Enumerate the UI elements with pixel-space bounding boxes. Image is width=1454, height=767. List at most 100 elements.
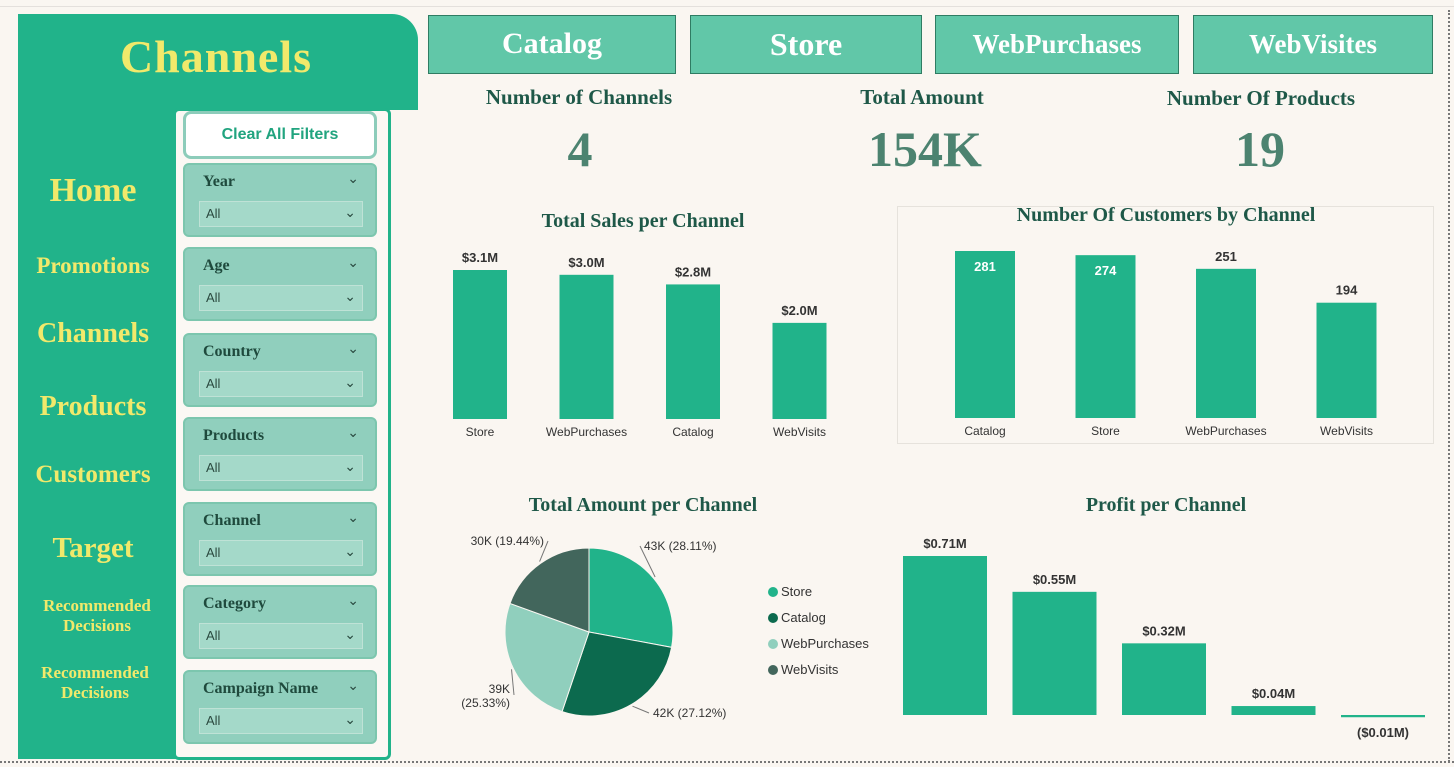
nav-target[interactable]: Target: [18, 532, 168, 565]
slicer-year: Year ⌄ All ⌄: [183, 163, 377, 237]
dropdown-value: All: [206, 628, 221, 643]
data-label-sales-0: $3.1M: [462, 250, 498, 265]
age-dropdown[interactable]: All ⌄: [199, 285, 363, 311]
nav-recommended-decisions-2[interactable]: Recommended Decisions: [20, 663, 170, 703]
chart-title-profit: Profit per Channel: [1085, 494, 1247, 516]
chevron-down-icon[interactable]: ⌄: [347, 255, 359, 272]
chevron-down-icon[interactable]: ⌄: [347, 341, 359, 358]
legend-item-webvisits[interactable]: WebVisits: [781, 662, 839, 677]
chevron-down-icon: ⌄: [344, 628, 356, 643]
kpi-label-total-amount: Total Amount: [860, 85, 984, 109]
bottom-dotted-border: [0, 761, 1454, 763]
bar-sales-0[interactable]: [453, 270, 507, 419]
channel-button-catalog[interactable]: Catalog: [428, 15, 676, 74]
chevron-down-icon[interactable]: ⌄: [347, 425, 359, 442]
legend-item-store[interactable]: Store: [781, 584, 812, 599]
kpi-value-channels: 4: [567, 121, 593, 177]
right-dotted-border: [1448, 10, 1450, 762]
category-label-customers-1: Store: [1091, 424, 1120, 438]
campaign-name-dropdown[interactable]: All ⌄: [199, 708, 363, 734]
channel-dropdown[interactable]: All ⌄: [199, 540, 363, 566]
chevron-down-icon: ⌄: [344, 376, 356, 391]
channel-button-webpurchases[interactable]: WebPurchases: [935, 15, 1179, 74]
pie-label-2-pct: (25.33%): [461, 696, 510, 710]
dropdown-value: All: [206, 206, 221, 221]
data-label-profit-1: $0.55M: [1033, 572, 1076, 587]
bar-profit-0[interactable]: [903, 556, 987, 715]
data-label-profit-2: $0.32M: [1142, 623, 1185, 638]
chevron-down-icon[interactable]: ⌄: [347, 171, 359, 188]
slicer-label: Country: [203, 343, 261, 360]
legend-item-webpurchases[interactable]: WebPurchases: [781, 636, 869, 651]
nav-promotions[interactable]: Promotions: [18, 253, 168, 279]
category-dropdown[interactable]: All ⌄: [199, 623, 363, 649]
products-dropdown[interactable]: All ⌄: [199, 455, 363, 481]
kpi-label-channels: Number of Channels: [485, 85, 673, 109]
amount-pie-chart: 43K (28.11%) 42K (27.12%) 39K(25.33%) 30K (…: [461, 534, 869, 720]
bar-sales-3[interactable]: [772, 322, 827, 419]
chart-title-customers: Number Of Customers by Channel: [1016, 204, 1316, 226]
nav-recommended-decisions-1[interactable]: Recommended Decisions: [22, 596, 172, 636]
data-label-profit-4: ($0.01M): [1357, 725, 1409, 740]
slicer-category: Category ⌄ All ⌄: [183, 585, 377, 659]
channel-button-store[interactable]: Store: [690, 15, 922, 74]
chart-title-amount: Total Amount per Channel: [528, 494, 758, 516]
bar-sales-1[interactable]: [559, 274, 614, 419]
nav-products[interactable]: Products: [18, 391, 168, 423]
nav-channels[interactable]: Channels: [18, 318, 168, 350]
kpi-label-products: Number Of Products: [1166, 86, 1356, 110]
dropdown-value: All: [206, 290, 221, 305]
slicer-label: Year: [203, 173, 235, 190]
channel-button-webvisites[interactable]: WebVisites: [1193, 15, 1433, 74]
bar-customers-1[interactable]: [1075, 255, 1136, 418]
nav-home[interactable]: Home: [18, 172, 168, 210]
slicer-label: Products: [203, 427, 265, 444]
dropdown-value: All: [206, 460, 221, 475]
bar-customers-0[interactable]: [955, 251, 1015, 418]
slicer-label: Category: [203, 595, 267, 612]
bar-sales-2[interactable]: [666, 284, 720, 419]
category-label-sales-0: Store: [466, 425, 495, 439]
sidebar: [18, 14, 178, 759]
dropdown-value: All: [206, 713, 221, 728]
data-label-customers-1: 274: [1095, 263, 1117, 278]
profit-bar-chart: $0.71M $0.55M $0.32M $0.04M ($0.01M): [903, 536, 1425, 740]
chevron-down-icon[interactable]: ⌄: [347, 510, 359, 527]
bar-customers-3[interactable]: [1316, 302, 1377, 418]
kpi-value-total-amount: 154K: [868, 121, 982, 177]
legend-marker-2: [768, 639, 778, 649]
chevron-down-icon[interactable]: ⌄: [347, 593, 359, 610]
slicer-age: Age ⌄ All ⌄: [183, 247, 377, 321]
category-label-sales-1: WebPurchases: [546, 425, 627, 439]
category-label-sales-3: WebVisits: [773, 425, 826, 439]
bar-profit-4[interactable]: [1341, 715, 1425, 718]
legend-marker-0: [768, 587, 778, 597]
slicer-products: Products ⌄ All ⌄: [183, 417, 377, 491]
chevron-down-icon: ⌄: [344, 460, 356, 475]
data-label-customers-3: 194: [1336, 283, 1358, 298]
pie-slice-store[interactable]: [588, 547, 674, 648]
bar-profit-1[interactable]: [1012, 591, 1097, 715]
clear-all-filters-button[interactable]: Clear All Filters: [183, 111, 377, 159]
slicer-country: Country ⌄ All ⌄: [183, 333, 377, 407]
category-label-customers-0: Catalog: [964, 424, 1005, 438]
bar-customers-2[interactable]: [1196, 268, 1256, 418]
legend-marker-3: [768, 665, 778, 675]
slicer-campaign-name: Campaign Name ⌄ All ⌄: [183, 670, 377, 744]
chevron-down-icon: ⌄: [344, 713, 356, 728]
bar-profit-2[interactable]: [1122, 643, 1206, 715]
dropdown-value: All: [206, 376, 221, 391]
legend-item-catalog[interactable]: Catalog: [781, 610, 826, 625]
data-label-sales-2: $2.8M: [675, 264, 711, 279]
leader-line-1: [632, 705, 650, 714]
legend-marker-1: [768, 613, 778, 623]
year-dropdown[interactable]: All ⌄: [199, 201, 363, 227]
nav-customers[interactable]: Customers: [18, 461, 168, 489]
data-label-sales-1: $3.0M: [568, 255, 604, 270]
chevron-down-icon[interactable]: ⌄: [347, 678, 359, 695]
bar-profit-3[interactable]: [1231, 706, 1316, 715]
category-label-customers-3: WebVisits: [1320, 424, 1373, 438]
pie-label-3: 30K (19.44%): [471, 534, 544, 548]
country-dropdown[interactable]: All ⌄: [199, 371, 363, 397]
chevron-down-icon: ⌄: [344, 545, 356, 560]
